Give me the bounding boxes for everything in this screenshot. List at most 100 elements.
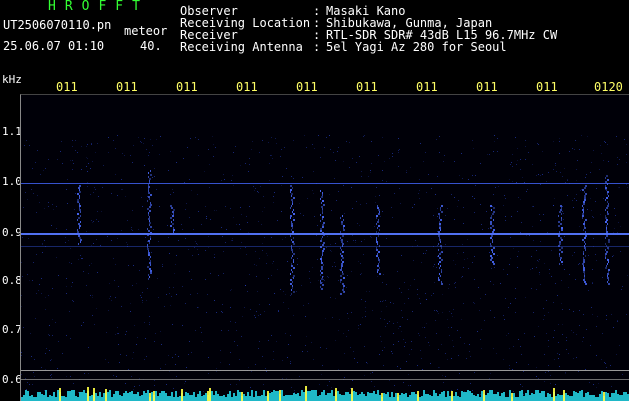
baseline-trace bbox=[35, 397, 37, 401]
time-tick: 011 bbox=[296, 80, 318, 94]
noise-dot bbox=[231, 289, 232, 290]
baseline-spike bbox=[563, 390, 565, 401]
meteor-echo bbox=[320, 246, 322, 248]
noise-dot bbox=[23, 207, 24, 208]
noise-dot bbox=[470, 383, 471, 384]
noise-dot bbox=[547, 232, 548, 233]
baseline-trace bbox=[515, 397, 517, 401]
meteor-echo bbox=[561, 251, 563, 253]
noise-dot bbox=[472, 390, 473, 391]
noise-dot bbox=[132, 285, 133, 286]
noise-dot bbox=[419, 335, 420, 336]
meteor-echo bbox=[322, 226, 324, 228]
noise-dot bbox=[293, 178, 294, 179]
noise-dot bbox=[197, 307, 198, 308]
baseline-trace bbox=[245, 396, 247, 401]
noise-dot bbox=[143, 143, 144, 144]
noise-dot bbox=[358, 325, 359, 326]
meteor-echo bbox=[291, 195, 292, 197]
baseline-trace bbox=[569, 396, 571, 401]
noise-dot bbox=[626, 184, 627, 185]
meteor-echo bbox=[341, 259, 342, 261]
noise-dot bbox=[469, 344, 470, 345]
noise-dot bbox=[576, 169, 577, 170]
noise-dot bbox=[272, 158, 273, 159]
noise-dot bbox=[319, 384, 320, 385]
noise-dot bbox=[172, 357, 173, 358]
noise-dot bbox=[162, 266, 163, 267]
meteor-echo bbox=[608, 279, 609, 281]
noise-dot bbox=[326, 137, 327, 138]
noise-dot bbox=[540, 175, 541, 176]
noise-dot bbox=[154, 385, 155, 386]
noise-dot bbox=[271, 237, 272, 238]
baseline-trace bbox=[63, 396, 65, 401]
noise-dot bbox=[364, 346, 365, 347]
meteor-echo bbox=[321, 202, 322, 204]
meteor-echo bbox=[584, 225, 585, 227]
noise-dot bbox=[574, 252, 575, 253]
noise-dot bbox=[487, 154, 488, 155]
noise-dot bbox=[294, 390, 295, 391]
noise-dot bbox=[510, 258, 511, 259]
meteor-echo bbox=[79, 207, 80, 209]
noise-dot bbox=[520, 232, 521, 233]
meteor-echo bbox=[583, 261, 585, 263]
baseline-trace bbox=[265, 396, 267, 401]
noise-dot bbox=[474, 198, 475, 199]
noise-dot bbox=[509, 179, 510, 180]
noise-dot bbox=[208, 236, 209, 237]
noise-dot bbox=[375, 202, 376, 203]
baseline-trace bbox=[101, 397, 103, 401]
noise-dot bbox=[411, 341, 412, 342]
noise-dot bbox=[401, 255, 402, 256]
noise-dot bbox=[606, 315, 607, 316]
baseline-trace bbox=[551, 397, 553, 401]
noise-dot bbox=[317, 259, 318, 260]
noise-dot bbox=[566, 340, 567, 341]
meteor-echo bbox=[561, 219, 562, 221]
noise-dot bbox=[75, 150, 76, 151]
meteor-echo bbox=[320, 286, 321, 288]
noise-dot bbox=[187, 147, 188, 148]
noise-dot bbox=[252, 141, 253, 142]
noise-dot bbox=[425, 253, 426, 254]
noise-dot bbox=[86, 231, 87, 232]
meteor-echo bbox=[322, 208, 323, 210]
noise-dot bbox=[335, 160, 336, 161]
noise-dot bbox=[504, 195, 505, 196]
noise-dot bbox=[146, 356, 147, 357]
meteor-echo bbox=[585, 185, 587, 187]
baseline-trace bbox=[249, 396, 251, 401]
noise-dot bbox=[258, 192, 259, 193]
meteor-echo bbox=[171, 221, 172, 223]
noise-dot bbox=[546, 333, 547, 334]
noise-dot bbox=[351, 271, 352, 272]
noise-dot bbox=[553, 141, 554, 142]
noise-dot bbox=[562, 334, 563, 335]
noise-dot bbox=[258, 348, 259, 349]
noise-dot bbox=[398, 166, 399, 167]
meteor-echo bbox=[147, 266, 149, 268]
noise-dot bbox=[109, 298, 110, 299]
baseline-trace bbox=[169, 396, 171, 401]
noise-dot bbox=[548, 340, 549, 341]
noise-dot bbox=[229, 364, 230, 365]
baseline-trace bbox=[527, 390, 529, 401]
meteor-echo bbox=[292, 281, 293, 283]
noise-dot bbox=[130, 311, 131, 312]
noise-dot bbox=[30, 333, 31, 334]
noise-dot bbox=[567, 179, 568, 180]
noise-dot bbox=[575, 140, 576, 141]
noise-dot bbox=[309, 271, 310, 272]
meteor-echo bbox=[322, 250, 324, 252]
meteor-echo bbox=[79, 185, 81, 187]
meteor-echo bbox=[322, 210, 323, 212]
noise-dot bbox=[321, 374, 322, 375]
noise-dot bbox=[352, 208, 353, 209]
meteor-echo bbox=[320, 190, 321, 192]
meteor-echo bbox=[607, 201, 608, 203]
noise-dot bbox=[410, 167, 411, 168]
meteor-echo bbox=[379, 229, 380, 231]
noise-dot bbox=[437, 311, 438, 312]
